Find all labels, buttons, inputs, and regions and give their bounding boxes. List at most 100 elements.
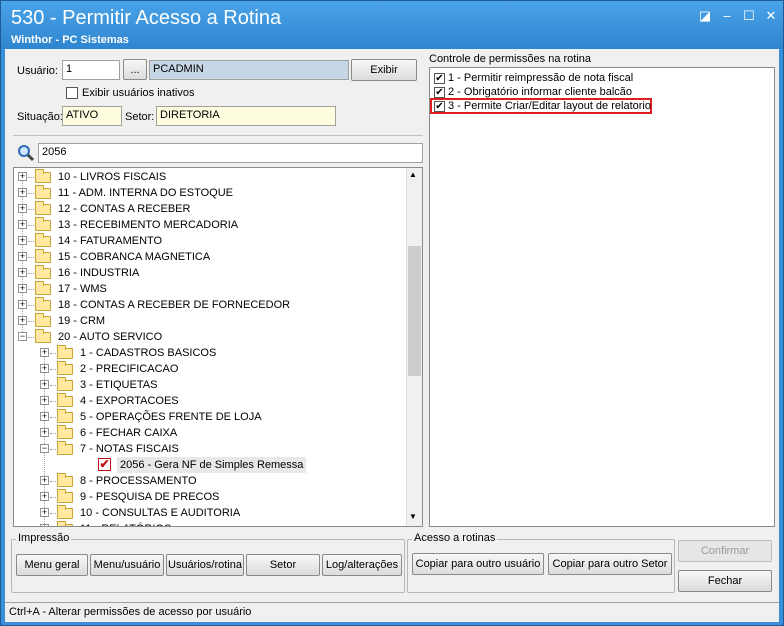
expand-icon[interactable]: +	[18, 188, 27, 197]
folder-icon	[35, 185, 51, 199]
tree-node[interactable]: +18 - CONTAS A RECEBER DE FORNECEDOR	[14, 297, 404, 313]
check-icon[interactable]: ✔	[434, 87, 445, 98]
expand-icon[interactable]: +	[40, 492, 49, 501]
expand-icon[interactable]: +	[40, 380, 49, 389]
folder-icon	[57, 473, 73, 487]
tree-node-label: 11 - RELATÓRIOS	[80, 521, 171, 526]
expand-icon[interactable]: +	[18, 236, 27, 245]
tree-node[interactable]: +14 - FATURAMENTO	[14, 233, 404, 249]
folder-icon	[35, 297, 51, 311]
sector-field: DIRETORIA	[156, 106, 336, 126]
tree-node[interactable]: +16 - INDUSTRIA	[14, 265, 404, 281]
routine-checkbox-icon[interactable]: ✔	[98, 458, 111, 471]
maximize-icon[interactable]: ☐	[739, 7, 759, 25]
tree-node[interactable]: − 7 - NOTAS FISCAIS	[14, 441, 404, 457]
tree-node[interactable]: − 20 - AUTO SERVICO	[14, 329, 404, 345]
copy-to-sector-button[interactable]: Copiar para outro Setor	[548, 553, 672, 575]
expand-icon[interactable]: +	[18, 204, 27, 213]
scroll-up-icon[interactable]: ▲	[409, 170, 417, 179]
expand-icon[interactable]: +	[40, 428, 49, 437]
show-button[interactable]: Exibir	[351, 59, 417, 81]
tree-guide	[28, 257, 34, 258]
menu-general-button[interactable]: Menu geral	[16, 554, 88, 576]
tree-node-label: 1 - CADASTROS BASICOS	[80, 347, 217, 359]
confirm-button[interactable]: Confirmar	[678, 540, 772, 562]
tree-node-label: 16 - INDUSTRIA	[58, 267, 140, 279]
print-group-title: Impressão	[16, 532, 72, 544]
tree-node[interactable]: +4 - EXPORTACOES	[14, 393, 404, 409]
tree-node-label: 11 - ADM. INTERNA DO ESTOQUE	[58, 187, 234, 199]
restore-layout-icon[interactable]: ◪	[695, 7, 715, 25]
tree-node-label: 2 - PRECIFICACAO	[80, 363, 179, 375]
tree-node-label: 14 - FATURAMENTO	[58, 235, 163, 247]
tree-guide	[50, 401, 56, 402]
expand-icon[interactable]: +	[18, 300, 27, 309]
collapse-icon[interactable]: −	[18, 332, 27, 341]
tree-node[interactable]: +1 - CADASTROS BASICOS	[14, 345, 404, 361]
tree-node[interactable]: +3 - ETIQUETAS	[14, 377, 404, 393]
tree-guide	[50, 449, 56, 450]
tree-node[interactable]: +11 - RELATÓRIOS	[14, 521, 404, 526]
tree-node[interactable]: +10 - CONSULTAS E AUDITORIA	[14, 505, 404, 521]
folder-icon	[57, 377, 73, 391]
highlighted-permission-item[interactable]: ✔ 3 - Permite Criar/Editar layout de rel…	[430, 98, 652, 114]
tree-node[interactable]: +17 - WMS	[14, 281, 404, 297]
folder-icon	[35, 265, 51, 279]
minimize-icon[interactable]: –	[717, 7, 737, 25]
check-icon[interactable]: ✔	[434, 101, 445, 112]
scroll-down-icon[interactable]: ▼	[409, 512, 417, 521]
expand-icon[interactable]: +	[40, 396, 49, 405]
show-inactive-checkbox[interactable]	[66, 87, 78, 99]
tree-node-label: 3 - ETIQUETAS	[80, 379, 158, 391]
close-icon[interactable]: ✕	[761, 7, 781, 25]
expand-icon[interactable]: +	[40, 348, 49, 357]
tree-node[interactable]: +12 - CONTAS A RECEBER	[14, 201, 404, 217]
check-icon[interactable]: ✔	[434, 73, 445, 84]
tree-guide	[50, 369, 56, 370]
copy-to-user-button[interactable]: Copiar para outro usuário	[412, 553, 544, 575]
permissions-list[interactable]: ✔ 1 - Permitir reimpressão de nota fisca…	[429, 67, 775, 527]
user-code-input[interactable]: 1	[62, 60, 120, 80]
tree-node[interactable]: +9 - PESQUISA DE PRECOS	[14, 489, 404, 505]
tree-node[interactable]: +5 - OPERAÇÕES FRENTE DE LOJA	[14, 409, 404, 425]
log-changes-button[interactable]: Log/alterações	[322, 554, 402, 576]
expand-icon[interactable]: +	[40, 476, 49, 485]
tree-node-label: 19 - CRM	[58, 315, 106, 327]
scroll-thumb[interactable]	[408, 246, 421, 376]
tree-node-label: 17 - WMS	[58, 283, 107, 295]
tree-node[interactable]: +2 - PRECIFICACAO	[14, 361, 404, 377]
tree-node[interactable]: +8 - PROCESSAMENTO	[14, 473, 404, 489]
tree-leaf-routine[interactable]: ✔ 2056 - Gera NF de Simples Remessa	[14, 457, 404, 473]
tree-node[interactable]: +6 - FECHAR CAIXA	[14, 425, 404, 441]
search-icon	[18, 145, 35, 162]
sector-button[interactable]: Setor	[246, 554, 320, 576]
expand-icon[interactable]: +	[40, 508, 49, 517]
expand-icon[interactable]: +	[40, 524, 49, 526]
expand-icon[interactable]: +	[18, 284, 27, 293]
expand-icon[interactable]: +	[18, 172, 27, 181]
tree-guide	[28, 241, 34, 242]
expand-icon[interactable]: +	[18, 252, 27, 261]
permission-label: 2 - Obrigatório informar cliente balcão	[448, 86, 633, 98]
tree-node[interactable]: +19 - CRM	[14, 313, 404, 329]
expand-icon[interactable]: +	[18, 316, 27, 325]
expand-icon[interactable]: +	[18, 220, 27, 229]
expand-icon[interactable]: +	[40, 364, 49, 373]
tree-scrollbar[interactable]: ▲ ▼	[406, 168, 422, 526]
menu-user-button[interactable]: Menu/usuário	[90, 554, 164, 576]
tree-node[interactable]: +13 - RECEBIMENTO MERCADORIA	[14, 217, 404, 233]
tree-node[interactable]: +15 - COBRANCA MAGNETICA	[14, 249, 404, 265]
routine-tree[interactable]: ▲ ▼ +10 - LIVROS FISCAIS +11 - ADM. INTER…	[13, 167, 423, 527]
user-lookup-button[interactable]: ...	[123, 59, 147, 80]
users-routine-button[interactable]: Usuários/rotina	[166, 554, 244, 576]
tree-guide	[28, 177, 34, 178]
title-bar[interactable]: 530 - Permitir Acesso a Rotina Winthor -…	[1, 1, 783, 49]
expand-icon[interactable]: +	[40, 412, 49, 421]
expand-icon[interactable]: +	[18, 268, 27, 277]
close-button[interactable]: Fechar	[678, 570, 772, 592]
tree-node[interactable]: +11 - ADM. INTERNA DO ESTOQUE	[14, 185, 404, 201]
collapse-icon[interactable]: −	[40, 444, 49, 453]
search-input[interactable]: 2056	[38, 143, 423, 163]
tree-node[interactable]: +10 - LIVROS FISCAIS	[14, 169, 404, 185]
folder-icon	[57, 361, 73, 375]
